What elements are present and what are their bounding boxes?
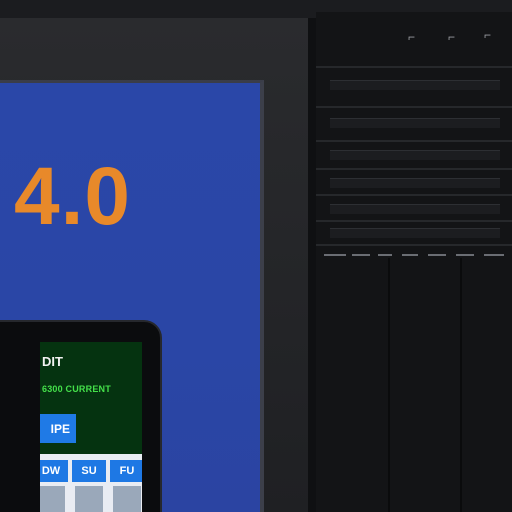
tab-cell (75, 486, 103, 512)
rack-dash (484, 254, 504, 256)
rack-slot (330, 204, 500, 214)
rack-shelf-line (316, 244, 512, 246)
tab-su[interactable]: SU (72, 460, 106, 482)
rack-dash (352, 254, 370, 256)
rack-divider (460, 258, 462, 512)
rack-dash (456, 254, 474, 256)
rack-shelf-line (316, 140, 512, 142)
rack-marking-icon: ⌐ (484, 28, 492, 42)
version-number: 4.0 (14, 151, 131, 242)
tab-cell (40, 486, 65, 512)
rack-shelf-line (316, 168, 512, 170)
screen-title: DIT (42, 354, 63, 369)
rack-marking-icon: ⌐ (408, 30, 416, 44)
rack-shelf-line (316, 66, 512, 68)
rack-slot (330, 118, 500, 128)
rack-slot (330, 228, 500, 238)
photo-scene: 4.0 ⌐ ⌐ ⌐ DIT 6300 CURRENT IPE DW SU FU … (0, 0, 512, 512)
bezel-edge (308, 18, 316, 512)
rack-divider (388, 258, 390, 512)
tab-cell (113, 486, 141, 512)
rack-slot (330, 178, 500, 188)
rack-slot (330, 150, 500, 160)
rack-dash (428, 254, 446, 256)
screen-status-text: 6300 CURRENT (42, 384, 111, 394)
rack-dash (324, 254, 346, 256)
rack-dash (402, 254, 418, 256)
tablet-screen: DIT 6300 CURRENT IPE DW SU FU ST (40, 342, 142, 512)
rack-dash (378, 254, 392, 256)
rack-marking-icon: ⌐ (448, 30, 456, 44)
rack-shelf-line (316, 220, 512, 222)
rack-slot (330, 80, 500, 90)
tab-dw[interactable]: DW (40, 460, 68, 482)
rack-shelf-line (316, 106, 512, 108)
tab-fu[interactable]: FU (110, 460, 142, 482)
screen-action-button[interactable]: IPE (40, 414, 76, 443)
rack-shelf-line (316, 194, 512, 196)
